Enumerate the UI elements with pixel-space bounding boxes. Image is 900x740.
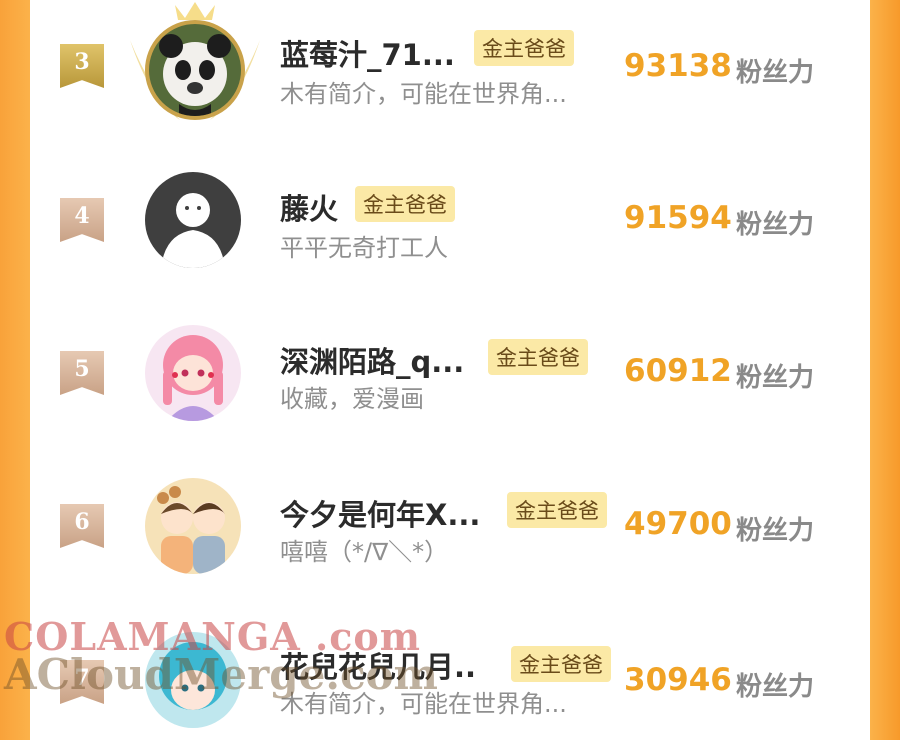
user-name[interactable]: 深渊陌路_q... [280,339,464,381]
list-item[interactable]: 3 蓝莓汁_71... 金主爸爸 木有简介，可能在世界角... 93138 粉丝… [30,0,870,130]
rank-badge: 6 [60,504,104,548]
rank-badge: 5 [60,351,104,395]
list-item[interactable]: 6 今夕是何年X... 金主爸爸 嘻嘻（*/∇＼*） 49700 粉丝力 [30,456,870,586]
fan-score-unit: 粉丝力 [736,672,815,702]
vip-badge: 金主爸爸 [488,339,588,375]
vip-badge: 金主爸爸 [511,646,611,682]
fan-score: 60912 [624,353,732,389]
rank-badge: 3 [60,44,104,88]
rank-badge: 4 [60,198,104,242]
fan-score-unit: 粉丝力 [736,210,815,240]
anime-girl-avatar[interactable] [145,325,241,421]
fan-score: 93138 [624,48,732,84]
panda-avatar[interactable] [145,20,245,120]
user-name[interactable]: 藤火 [280,186,338,228]
vip-badge: 金主爸爸 [507,492,607,528]
user-bio: 木有简介，可能在世界角... [280,80,567,108]
fan-score: 49700 [624,506,732,542]
user-bio: 嘻嘻（*/∇＼*） [280,538,449,566]
user-name[interactable]: 蓝莓汁_71... [280,32,455,74]
user-name[interactable]: 今夕是何年X... [280,492,480,534]
vip-badge: 金主爸爸 [474,30,574,66]
vip-badge: 金主爸爸 [355,186,455,222]
default-avatar[interactable] [145,172,241,268]
user-bio: 平平无奇打工人 [280,234,448,262]
couple-cartoon-avatar[interactable] [145,478,241,574]
fan-score: 91594 [624,200,732,236]
fan-score-unit: 粉丝力 [736,58,815,88]
list-item[interactable]: 4 藤火 金主爸爸 平平无奇打工人 91594 粉丝力 [30,150,870,280]
list-item[interactable]: 5 深渊陌路_q... 金主爸爸 收藏，爱漫画 60912 粉丝力 [30,303,870,433]
user-bio: 收藏，爱漫画 [280,385,424,413]
fan-score-unit: 粉丝力 [736,516,815,546]
watermark-line-2: ACloudMerge.com [4,650,438,699]
fan-score: 30946 [624,662,732,698]
fan-score-unit: 粉丝力 [736,363,815,393]
